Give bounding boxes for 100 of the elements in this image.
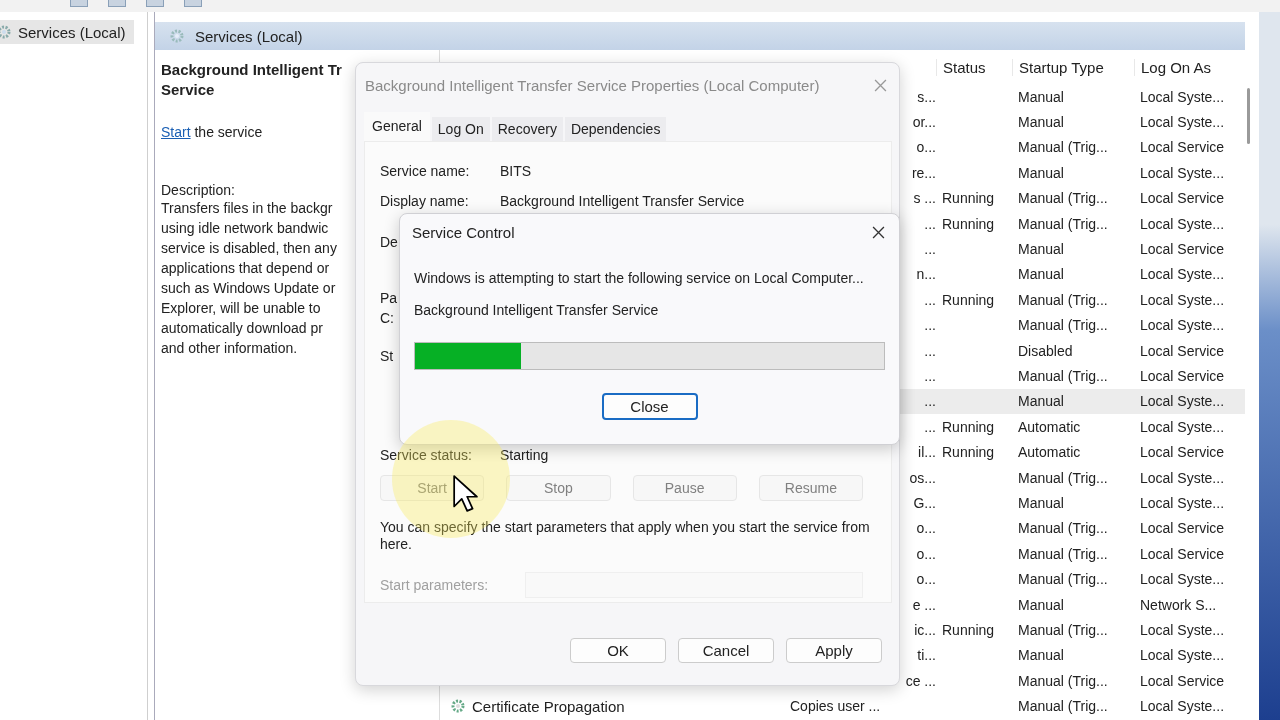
table-cell: or...: [912, 114, 936, 131]
tab[interactable]: Log On: [431, 117, 490, 141]
table-cell: Automatic: [1018, 444, 1081, 461]
table-cell: Certificate Propagation: [472, 697, 625, 715]
table-cell: Manual (Trig...: [1018, 469, 1108, 486]
table-cell: Local Service: [1140, 139, 1225, 156]
table-cell: Manual: [1018, 596, 1064, 613]
table-cell: Local Syste...: [1140, 393, 1225, 410]
table-cell: ce ...: [905, 672, 936, 689]
field-label: St: [380, 347, 394, 366]
table-cell: o...: [916, 520, 936, 537]
tab[interactable]: Recovery: [491, 117, 563, 141]
table-cell: Local Syste...: [1140, 114, 1225, 131]
toolbar-icon[interactable]: [184, 0, 202, 7]
table-cell: Running: [942, 190, 995, 207]
table-cell: Manual (Trig...: [1018, 672, 1108, 689]
table-cell: Manual: [1018, 647, 1064, 664]
toolbar-icon[interactable]: [70, 0, 88, 7]
dialog-title: Background Intelligent Transfer Service Properties (Local Computer): [365, 76, 820, 94]
table-cell: Manual (Trig...: [1018, 520, 1108, 537]
table-cell: Local Syste...: [1140, 215, 1225, 232]
table-cell: Local Service: [1140, 241, 1225, 258]
table-cell: ...: [924, 393, 936, 410]
service-title: Background Intelligent Tr Service: [161, 60, 342, 100]
table-cell: Manual: [1018, 494, 1064, 511]
table-cell: Manual (Trig...: [1018, 698, 1108, 715]
toolbar-icon[interactable]: [146, 0, 164, 7]
table-cell: Manual (Trig...: [1018, 215, 1108, 232]
table-cell: Manual: [1018, 88, 1064, 105]
close-icon[interactable]: [872, 225, 885, 239]
table-cell: Running: [942, 291, 995, 308]
table-cell: ...: [924, 317, 936, 334]
table-cell: Manual: [1018, 164, 1064, 181]
table-cell: ...: [924, 241, 936, 258]
tree-item[interactable]: Services (Local): [0, 20, 134, 44]
table-cell: Running: [942, 621, 995, 638]
gear-icon: [450, 698, 466, 715]
table-cell: Manual (Trig...: [1018, 368, 1108, 384]
field-value: Starting: [500, 447, 549, 463]
table-cell: Local Syste...: [1140, 647, 1225, 664]
table-cell: ...: [924, 418, 936, 435]
table-cell: Local Service: [1140, 342, 1225, 359]
table-cell: o...: [916, 571, 936, 588]
scrollbar-thumb[interactable]: [1247, 88, 1250, 144]
table-cell: Running: [942, 215, 995, 232]
table-cell: ...: [924, 215, 936, 232]
table-cell: o...: [916, 139, 936, 156]
field-label: Service status:: [380, 447, 473, 463]
column-header[interactable]: Startup Type: [1012, 58, 1134, 76]
table-cell: Local Syste...: [1140, 418, 1225, 435]
table-cell: Local Syste...: [1140, 469, 1225, 486]
table-cell: Local Service: [1140, 444, 1225, 461]
table-cell: os...: [909, 469, 936, 486]
table-cell: Local Syste...: [1140, 317, 1225, 334]
tab[interactable]: Dependencies: [564, 117, 667, 141]
start-link[interactable]: Start: [161, 124, 191, 140]
table-cell: il...: [918, 444, 936, 461]
toolbar-icon[interactable]: [108, 0, 126, 7]
field-label: Display name:: [380, 193, 470, 209]
table-cell: Manual: [1018, 241, 1064, 258]
table-cell: Local Service: [1140, 545, 1225, 562]
field-label: Service name:: [380, 163, 471, 179]
table-cell: n...: [916, 266, 936, 283]
table-cell: Manual: [1018, 266, 1064, 283]
table-cell: Manual (Trig...: [1018, 317, 1108, 334]
table-cell: Local Service: [1140, 672, 1225, 689]
column-header[interactable]: Status: [936, 58, 1012, 76]
table-cell: Local Service: [1140, 520, 1225, 537]
dialog-title: Service Control: [412, 223, 515, 241]
table-cell: Manual (Trig...: [1018, 571, 1108, 588]
table-cell: Running: [942, 418, 995, 435]
close-button[interactable]: Close: [601, 393, 698, 420]
status-message: Windows is attempting to start the following service on Local Computer...: [414, 270, 865, 286]
start-service-text: Start the service: [161, 124, 263, 140]
table-cell: o...: [916, 545, 936, 562]
field-label: Start parameters:: [380, 577, 490, 593]
description-text: Transfers files in the backgr using idle network bandwic service is disabled, then any applications that depend or such as Windows Update or Explorer, will be unable to automatically download pr and other information.: [161, 199, 337, 358]
table-cell: Manual: [1018, 114, 1064, 131]
start-parameters-note: You can specify the start parameters that apply when you start the service from here.: [380, 519, 871, 553]
table-cell: Manual (Trig...: [1018, 291, 1108, 308]
table-cell: ...: [924, 368, 936, 384]
table-cell: Local Syste...: [1140, 621, 1225, 638]
dialog-button[interactable]: Apply: [786, 638, 882, 663]
table-cell: Copies user ...: [790, 698, 881, 715]
dialog-button[interactable]: OK: [570, 638, 666, 663]
table-cell: Network S...: [1140, 596, 1217, 613]
table-cell: Manual (Trig...: [1018, 139, 1108, 156]
tab[interactable]: General: [364, 112, 430, 141]
table-cell: ...: [924, 291, 936, 308]
field-label: Pa: [380, 289, 398, 308]
table-cell: Local Syste...: [1140, 266, 1225, 283]
table-cell: Local Syste...: [1140, 88, 1225, 105]
dialog-button[interactable]: Cancel: [678, 638, 774, 663]
table-cell: ti...: [917, 647, 936, 664]
table-row[interactable]: Certificate Propagation Copies user ... Manual (Trig... Local Syste...: [444, 693, 1245, 719]
table-cell: Local Syste...: [1140, 571, 1225, 588]
column-header[interactable]: Log On As: [1134, 58, 1242, 76]
table-cell: Local Syste...: [1140, 291, 1225, 308]
field-label: De: [380, 233, 398, 252]
table-cell: Local Syste...: [1140, 494, 1225, 511]
